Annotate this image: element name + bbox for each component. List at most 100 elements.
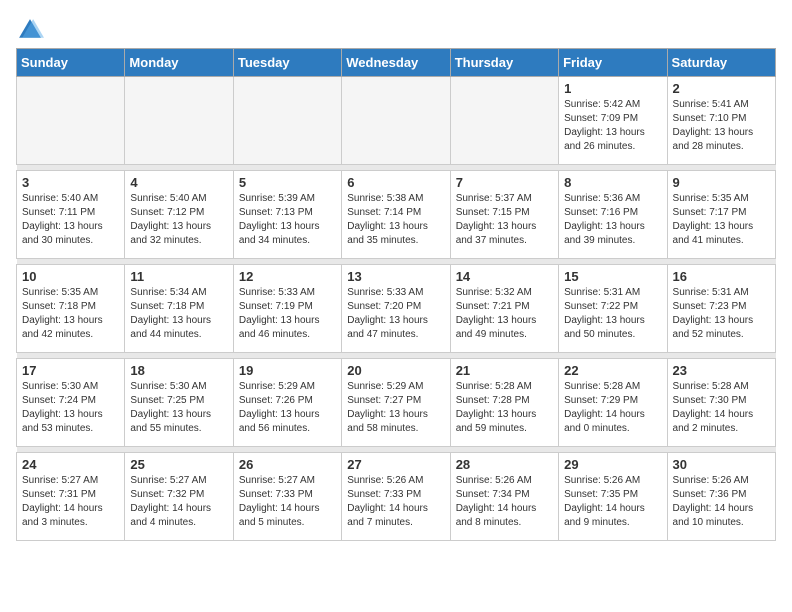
calendar-cell: 13 Sunrise: 5:33 AM Sunset: 7:20 PM Dayli… (342, 265, 450, 353)
calendar-cell: 9 Sunrise: 5:35 AM Sunset: 7:17 PM Daylig… (667, 171, 775, 259)
calendar-cell: 6 Sunrise: 5:38 AM Sunset: 7:14 PM Daylig… (342, 171, 450, 259)
calendar-cell: 30Sunrise: 5:26 AM Sunset: 7:36 PM Dayli… (667, 453, 775, 541)
calendar-week-row: 10 Sunrise: 5:35 AM Sunset: 7:18 PM Dayli… (17, 265, 776, 353)
day-number: 17 (22, 363, 119, 378)
calendar-cell: 20 Sunrise: 5:29 AM Sunset: 7:27 PM Dayli… (342, 359, 450, 447)
calendar-week-row: 1 Sunrise: 5:42 AM Sunset: 7:09 PM Daylig… (17, 77, 776, 165)
day-info: Sunrise: 5:41 AM Sunset: 7:10 PM Dayligh… (673, 98, 770, 154)
day-info: Sunrise: 5:27 AM Sunset: 7:31 PM Dayligh… (22, 474, 119, 530)
calendar-cell: 28 Sunrise: 5:26 AM Sunset: 7:34 PM Dayli… (450, 453, 558, 541)
day-info: Sunrise: 5:27 AM Sunset: 7:32 PM Dayligh… (130, 474, 227, 530)
day-number: 10 (22, 269, 119, 284)
day-number: 1 (564, 81, 661, 96)
weekday-header: Monday (125, 49, 233, 77)
day-info: Sunrise: 5:28 AM Sunset: 7:28 PM Dayligh… (456, 380, 553, 436)
day-number: 26 (239, 457, 336, 472)
day-number: 28 (456, 457, 553, 472)
calendar-cell (450, 77, 558, 165)
day-info: Sunrise: 5:40 AM Sunset: 7:11 PM Dayligh… (22, 192, 119, 248)
calendar-cell: 10 Sunrise: 5:35 AM Sunset: 7:18 PM Dayli… (17, 265, 125, 353)
calendar-cell (342, 77, 450, 165)
day-info: Sunrise: 5:33 AM Sunset: 7:20 PM Dayligh… (347, 286, 444, 342)
calendar-cell: 15 Sunrise: 5:31 AM Sunset: 7:22 PM Dayli… (559, 265, 667, 353)
calendar-cell (125, 77, 233, 165)
day-number: 3 (22, 175, 119, 190)
day-number: 19 (239, 363, 336, 378)
day-info: Sunrise: 5:40 AM Sunset: 7:12 PM Dayligh… (130, 192, 227, 248)
day-info: Sunrise: 5:31 AM Sunset: 7:22 PM Dayligh… (564, 286, 661, 342)
day-info: Sunrise: 5:32 AM Sunset: 7:21 PM Dayligh… (456, 286, 553, 342)
calendar-cell: 2 Sunrise: 5:41 AM Sunset: 7:10 PM Daylig… (667, 77, 775, 165)
day-number: 15 (564, 269, 661, 284)
day-number: 11 (130, 269, 227, 284)
calendar-cell: 18 Sunrise: 5:30 AM Sunset: 7:25 PM Dayli… (125, 359, 233, 447)
weekday-header: Sunday (17, 49, 125, 77)
weekday-header: Friday (559, 49, 667, 77)
calendar-cell: 29 Sunrise: 5:26 AM Sunset: 7:35 PM Dayli… (559, 453, 667, 541)
day-number: 29 (564, 457, 661, 472)
weekday-header: Thursday (450, 49, 558, 77)
calendar-week-row: 17 Sunrise: 5:30 AM Sunset: 7:24 PM Dayli… (17, 359, 776, 447)
calendar-cell: 27Sunrise: 5:26 AM Sunset: 7:33 PM Dayli… (342, 453, 450, 541)
calendar-cell (233, 77, 341, 165)
day-info: Sunrise: 5:31 AM Sunset: 7:23 PM Dayligh… (673, 286, 770, 342)
calendar-cell: 23Sunrise: 5:28 AM Sunset: 7:30 PM Dayli… (667, 359, 775, 447)
day-number: 13 (347, 269, 444, 284)
day-info: Sunrise: 5:26 AM Sunset: 7:35 PM Dayligh… (564, 474, 661, 530)
day-info: Sunrise: 5:28 AM Sunset: 7:29 PM Dayligh… (564, 380, 661, 436)
calendar-week-row: 24 Sunrise: 5:27 AM Sunset: 7:31 PM Dayli… (17, 453, 776, 541)
day-info: Sunrise: 5:39 AM Sunset: 7:13 PM Dayligh… (239, 192, 336, 248)
weekday-header: Wednesday (342, 49, 450, 77)
day-info: Sunrise: 5:30 AM Sunset: 7:25 PM Dayligh… (130, 380, 227, 436)
day-info: Sunrise: 5:37 AM Sunset: 7:15 PM Dayligh… (456, 192, 553, 248)
logo (16, 16, 48, 44)
calendar-cell: 22Sunrise: 5:28 AM Sunset: 7:29 PM Dayli… (559, 359, 667, 447)
day-number: 18 (130, 363, 227, 378)
day-number: 27 (347, 457, 444, 472)
day-number: 2 (673, 81, 770, 96)
calendar-cell: 3 Sunrise: 5:40 AM Sunset: 7:11 PM Daylig… (17, 171, 125, 259)
day-info: Sunrise: 5:42 AM Sunset: 7:09 PM Dayligh… (564, 98, 661, 154)
day-number: 8 (564, 175, 661, 190)
calendar-cell: 24 Sunrise: 5:27 AM Sunset: 7:31 PM Dayli… (17, 453, 125, 541)
day-info: Sunrise: 5:26 AM Sunset: 7:36 PM Dayligh… (673, 474, 770, 530)
calendar-cell: 21 Sunrise: 5:28 AM Sunset: 7:28 PM Dayli… (450, 359, 558, 447)
calendar-cell: 8 Sunrise: 5:36 AM Sunset: 7:16 PM Daylig… (559, 171, 667, 259)
day-number: 6 (347, 175, 444, 190)
day-number: 21 (456, 363, 553, 378)
calendar-cell: 14 Sunrise: 5:32 AM Sunset: 7:21 PM Dayli… (450, 265, 558, 353)
day-number: 23 (673, 363, 770, 378)
weekday-header: Saturday (667, 49, 775, 77)
calendar-cell: 1 Sunrise: 5:42 AM Sunset: 7:09 PM Daylig… (559, 77, 667, 165)
header (16, 16, 776, 44)
calendar-cell: 4 Sunrise: 5:40 AM Sunset: 7:12 PM Daylig… (125, 171, 233, 259)
day-info: Sunrise: 5:26 AM Sunset: 7:34 PM Dayligh… (456, 474, 553, 530)
day-number: 24 (22, 457, 119, 472)
day-number: 4 (130, 175, 227, 190)
day-info: Sunrise: 5:30 AM Sunset: 7:24 PM Dayligh… (22, 380, 119, 436)
logo-icon (16, 16, 44, 44)
calendar-cell: 7Sunrise: 5:37 AM Sunset: 7:15 PM Daylig… (450, 171, 558, 259)
day-number: 9 (673, 175, 770, 190)
calendar-cell: 5Sunrise: 5:39 AM Sunset: 7:13 PM Daylig… (233, 171, 341, 259)
calendar-cell (17, 77, 125, 165)
day-info: Sunrise: 5:27 AM Sunset: 7:33 PM Dayligh… (239, 474, 336, 530)
day-info: Sunrise: 5:35 AM Sunset: 7:17 PM Dayligh… (673, 192, 770, 248)
day-info: Sunrise: 5:35 AM Sunset: 7:18 PM Dayligh… (22, 286, 119, 342)
day-info: Sunrise: 5:29 AM Sunset: 7:26 PM Dayligh… (239, 380, 336, 436)
calendar-cell: 16 Sunrise: 5:31 AM Sunset: 7:23 PM Dayli… (667, 265, 775, 353)
day-number: 14 (456, 269, 553, 284)
calendar-cell: 11 Sunrise: 5:34 AM Sunset: 7:18 PM Dayli… (125, 265, 233, 353)
calendar-week-row: 3 Sunrise: 5:40 AM Sunset: 7:11 PM Daylig… (17, 171, 776, 259)
day-number: 20 (347, 363, 444, 378)
day-info: Sunrise: 5:38 AM Sunset: 7:14 PM Dayligh… (347, 192, 444, 248)
calendar-cell: 25Sunrise: 5:27 AM Sunset: 7:32 PM Dayli… (125, 453, 233, 541)
day-number: 16 (673, 269, 770, 284)
day-info: Sunrise: 5:29 AM Sunset: 7:27 PM Dayligh… (347, 380, 444, 436)
calendar-cell: 17 Sunrise: 5:30 AM Sunset: 7:24 PM Dayli… (17, 359, 125, 447)
day-info: Sunrise: 5:34 AM Sunset: 7:18 PM Dayligh… (130, 286, 227, 342)
weekday-header: Tuesday (233, 49, 341, 77)
calendar-cell: 26 Sunrise: 5:27 AM Sunset: 7:33 PM Dayli… (233, 453, 341, 541)
day-info: Sunrise: 5:33 AM Sunset: 7:19 PM Dayligh… (239, 286, 336, 342)
day-info: Sunrise: 5:36 AM Sunset: 7:16 PM Dayligh… (564, 192, 661, 248)
